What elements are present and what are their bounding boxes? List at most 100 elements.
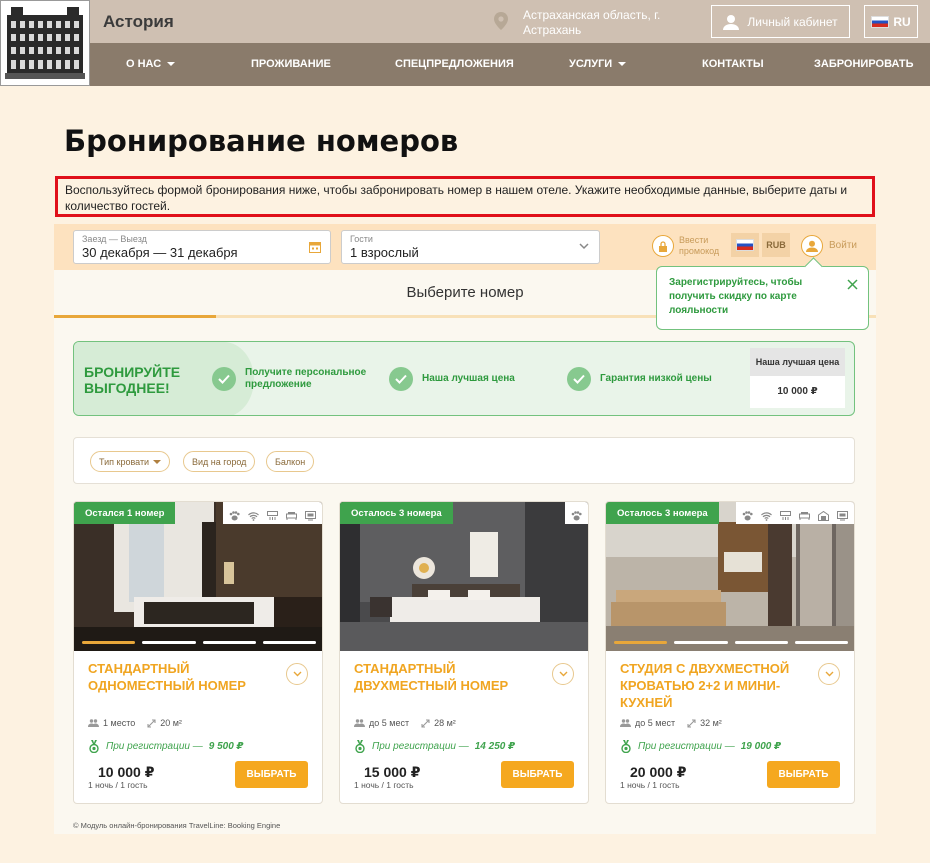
guests-value: 1 взрослый [350, 245, 419, 260]
filter-bed-type[interactable]: Тип кровати [90, 451, 171, 472]
hotel-location: Астраханская область, г. Астрахань [523, 8, 661, 37]
chevron-down-icon [825, 671, 833, 677]
nav-book-label: ЗАБРОНИРОВАТЬ [814, 58, 914, 70]
air-conditioner-icon [780, 508, 791, 520]
room-capacity: 1 место [88, 718, 135, 728]
room-meta: до 5 мест 28 м² [354, 718, 456, 728]
nav-book[interactable]: ЗАБРОНИРОВАТЬ [814, 58, 914, 70]
best-price-box: Наша лучшая цена 10 000 ₽ [750, 348, 845, 408]
area-icon [421, 718, 430, 728]
availability-badge: Осталось 3 номера [606, 502, 719, 524]
login-link[interactable]: Войти [829, 240, 857, 251]
nav-services-label: УСЛУГИ [569, 58, 613, 70]
paw-icon [571, 508, 582, 521]
select-room-button[interactable]: ВЫБРАТЬ [501, 761, 574, 788]
login-button[interactable] [801, 235, 823, 257]
filter-balcony[interactable]: Балкон [266, 451, 315, 472]
room-name[interactable]: Стандартный двухместный номер [354, 660, 544, 694]
member-price-label: При регистрации — [372, 741, 469, 752]
room-card[interactable]: Остался 1 номер Стандартный одноместный … [73, 501, 323, 804]
filter-label: Вид на город [192, 456, 247, 467]
room-name[interactable]: Студия с двухместной кроватью 2+2 и мини… [620, 660, 810, 711]
best-price-value: 10 000 ₽ [777, 386, 818, 397]
guests-field[interactable]: Гости 1 взрослый [341, 230, 600, 264]
chevron-down-icon [559, 671, 567, 677]
filter-city-view[interactable]: Вид на город [183, 451, 256, 472]
select-room-button[interactable]: ВЫБРАТЬ [235, 761, 308, 788]
room-card[interactable]: Осталось 3 номера Стандартный двухместны… [339, 501, 589, 804]
check-icon [567, 367, 591, 391]
nav-contacts[interactable]: КОНТАКТЫ [702, 58, 764, 70]
russia-flag-icon [871, 15, 890, 28]
personal-account-button[interactable]: Личный кабинет [711, 5, 850, 38]
language-switcher[interactable]: RU [864, 5, 918, 38]
user-icon [723, 14, 740, 30]
room-area-value: 32 м² [700, 718, 722, 728]
nav-accommodation[interactable]: ПРОЖИВАНИЕ [251, 58, 331, 70]
member-price-label: При регистрации — [106, 741, 203, 752]
area-icon [687, 718, 696, 728]
room-capacity: до 5 мест [620, 718, 675, 728]
nav-about[interactable]: О НАС [126, 58, 176, 70]
user-icon [806, 240, 818, 252]
expand-button[interactable] [552, 663, 574, 685]
lock-icon [659, 240, 667, 252]
caret-down-icon [153, 459, 162, 464]
room-price: 10 000 ₽ [98, 764, 155, 780]
wifi-icon [761, 508, 772, 521]
bed-icon [799, 508, 810, 520]
room-price: 15 000 ₽ [364, 764, 421, 780]
booking-widget: Заезд — Выезд 30 декабря — 31 декабря Го… [54, 224, 876, 834]
language-select[interactable] [731, 233, 759, 257]
close-icon[interactable] [847, 279, 858, 290]
room-area-value: 20 м² [160, 718, 182, 728]
dates-label: Заезд — Выезд [82, 234, 147, 244]
promo-code-link[interactable]: Ввести промокод [679, 235, 719, 257]
benefit-line: предложение [245, 379, 312, 390]
member-price-value: 14 250 ₽ [474, 741, 516, 752]
location-pin-icon [494, 12, 508, 30]
site-header: Астория Астраханская область, г. Астраха… [0, 0, 930, 86]
member-price: При регистрации — 19 000 ₽ [620, 740, 781, 753]
price-unit: 1 ночь / 1 гость [88, 780, 148, 790]
expand-button[interactable] [286, 663, 308, 685]
nav-special-offers-label: СПЕЦПРЕДЛОЖЕНИЯ [395, 58, 514, 70]
medal-icon [621, 740, 631, 753]
search-bar: Заезд — Выезд 30 декабря — 31 декабря Го… [54, 224, 876, 270]
filter-label: Тип кровати [99, 456, 150, 467]
dates-field[interactable]: Заезд — Выезд 30 декабря — 31 декабря [73, 230, 331, 264]
photo-carousel-indicator [82, 641, 316, 644]
benefit-personal-offer: Получите персональное предложение [212, 367, 366, 391]
guests-label: Гости [350, 234, 373, 244]
personal-account-label: Личный кабинет [747, 14, 838, 29]
select-room-button[interactable]: ВЫБРАТЬ [767, 761, 840, 788]
main-nav: О НАС ПРОЖИВАНИЕ СПЕЦПРЕДЛОЖЕНИЯ УСЛУГИ … [90, 43, 930, 86]
check-icon [389, 367, 413, 391]
member-price-value: 19 000 ₽ [740, 741, 782, 752]
room-name[interactable]: Стандартный одноместный номер [88, 660, 278, 694]
page-title: Бронирование номеров [64, 124, 459, 158]
tv-icon [305, 508, 316, 521]
room-photo[interactable] [74, 502, 323, 651]
expand-button[interactable] [818, 663, 840, 685]
nav-services[interactable]: УСЛУГИ [569, 58, 627, 70]
guests-icon [88, 719, 99, 727]
room-area: 20 м² [147, 718, 182, 728]
nav-special-offers[interactable]: СПЕЦПРЕДЛОЖЕНИЯ [395, 58, 514, 70]
guests-icon [354, 719, 365, 727]
member-price: При регистрации — 9 500 ₽ [88, 740, 244, 753]
currency-select[interactable]: RUB [762, 233, 790, 257]
benefit-best-price: Наша лучшая цена [389, 367, 515, 391]
hotel-logo[interactable] [0, 0, 90, 86]
room-photo[interactable] [340, 502, 589, 651]
hotel-name[interactable]: Астория [103, 12, 174, 32]
room-capacity-value: до 5 мест [369, 718, 410, 728]
medal-icon [89, 740, 99, 753]
room-card[interactable]: Осталось 3 номера Студия с двухместной к… [605, 501, 855, 804]
availability-badge: Осталось 3 номера [340, 502, 453, 524]
promo-code-button[interactable] [652, 235, 674, 257]
wifi-icon [248, 508, 259, 521]
room-photo[interactable] [606, 502, 855, 651]
promo-code-label-1: Ввести [679, 235, 709, 245]
dates-value: 30 декабря — 31 декабря [82, 245, 238, 260]
